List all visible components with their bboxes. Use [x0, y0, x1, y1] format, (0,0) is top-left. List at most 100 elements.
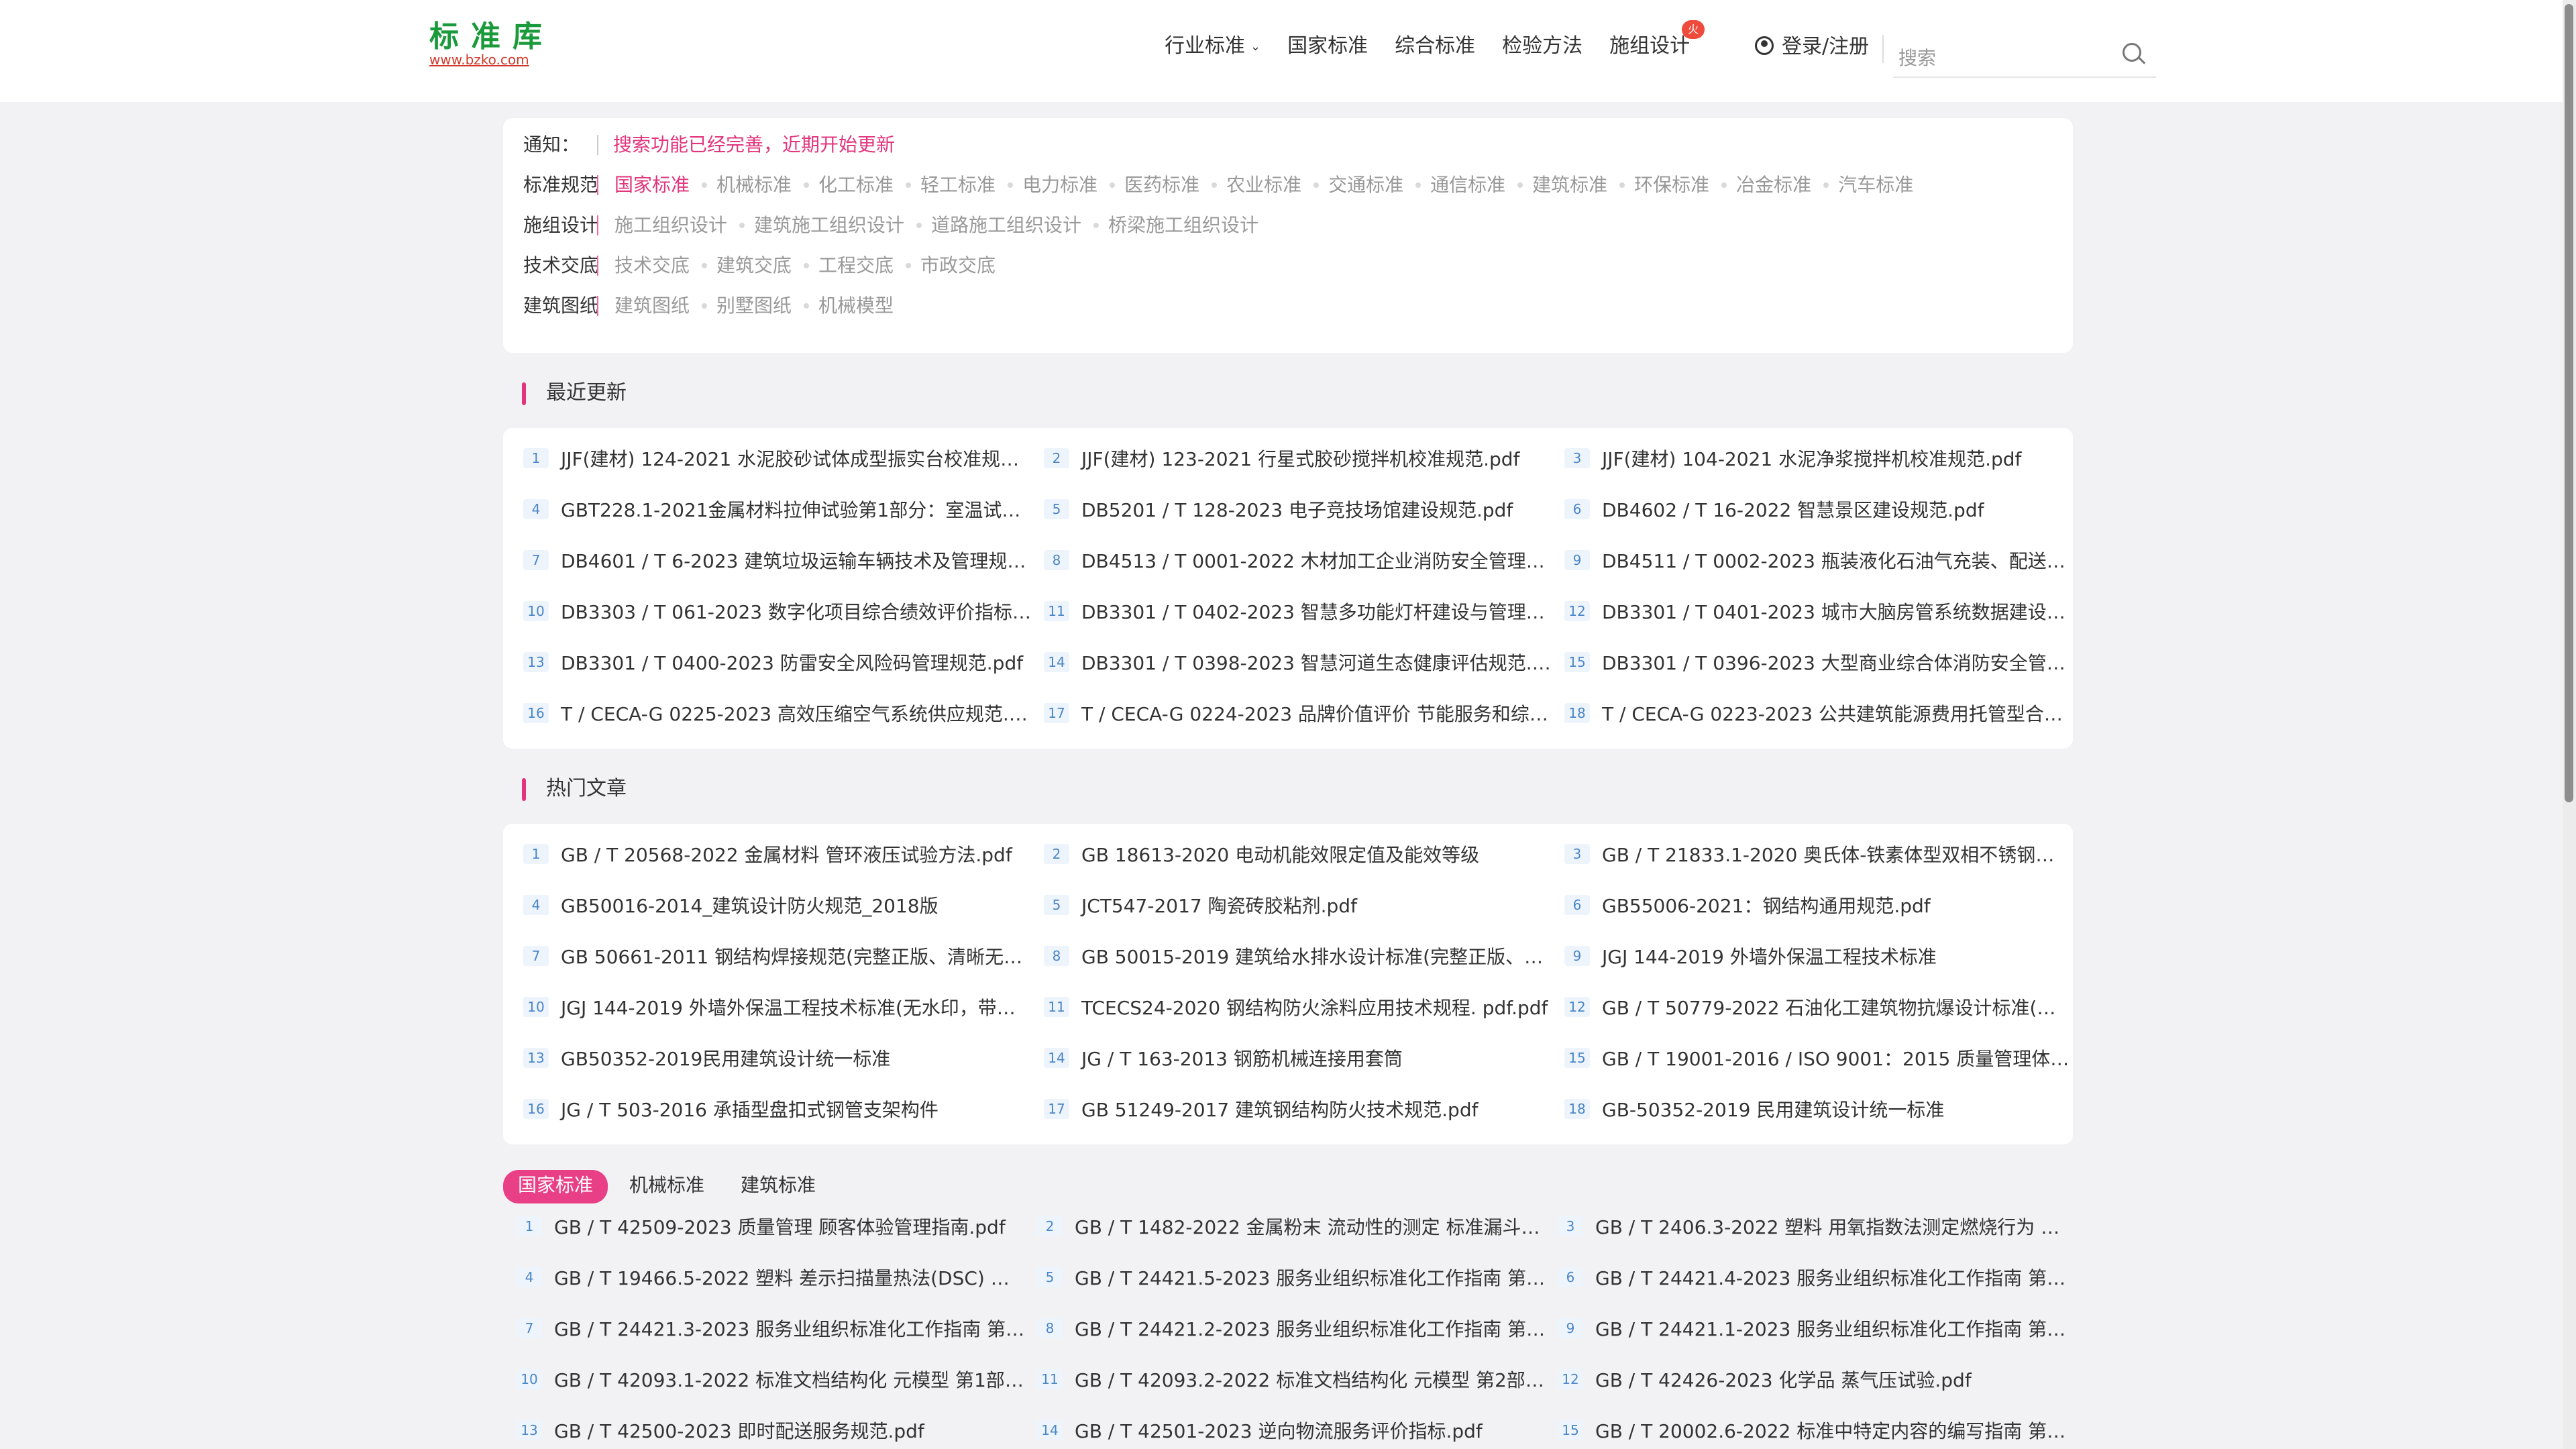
list-item[interactable]: 13 GB50352-2019民用建筑设计统一标准: [523, 1044, 1032, 1074]
item-index-badge: 12: [1564, 601, 1590, 621]
list-item[interactable]: 11 DB3301 / T 0402-2023 智慧多功能灯杆建设与管理规范.pd…: [1044, 598, 1552, 627]
list-item[interactable]: 2 GB / T 1482-2022 金属粉末 流动性的测定 标准漏斗法.pdf: [1037, 1213, 1546, 1242]
site-logo[interactable]: 标准库 www.bzko.com: [429, 20, 554, 68]
list-item[interactable]: 15 GB / T 19001-2016 / ISO 9001：2015 质量管理…: [1564, 1044, 2073, 1074]
list-item[interactable]: 18 T / CECA-G 0223-2023 公共建筑能源费用托管型合同能源管理…: [1564, 700, 2073, 729]
list-item[interactable]: 4 GB / T 19466.5-2022 塑料 差示扫描量热法(DSC) 第5部…: [517, 1264, 1025, 1293]
category-link[interactable]: 技术交底: [614, 252, 690, 279]
list-item[interactable]: 13 DB3301 / T 0400-2023 防雷安全风险码管理规范.pdf: [523, 649, 1032, 678]
category-link[interactable]: 医药标准: [1097, 172, 1199, 199]
list-item[interactable]: 11 TCECS24-2020 钢结构防火涂料应用技术规程. pdf.pdf: [1044, 994, 1552, 1023]
list-item[interactable]: 17 GB 51249-2017 建筑钢结构防火技术规范.pdf: [1044, 1095, 1552, 1125]
category-link[interactable]: 市政交底: [894, 252, 996, 279]
list-item[interactable]: 16 JG / T 503-2016 承插型盘扣式钢管支架构件: [523, 1095, 1032, 1125]
category-link[interactable]: 工程交底: [792, 252, 894, 279]
list-item[interactable]: 8 GB 50015-2019 建筑给水排水设计标准(完整正版、清晰无水印): [1044, 943, 1552, 972]
list-item[interactable]: 12 DB3301 / T 0401-2023 城市大脑房管系统数据建设规范.pd…: [1564, 598, 2073, 627]
login-label: 登录/注册: [1782, 35, 1870, 58]
list-item[interactable]: 3 JJF(建材) 104-2021 水泥净浆搅拌机校准规范.pdf: [1564, 445, 2073, 474]
item-title: GB55006-2021：钢结构通用规范.pdf: [1602, 895, 1931, 917]
category-link[interactable]: 施工组织设计: [614, 212, 727, 239]
list-item[interactable]: 17 T / CECA-G 0224-2023 品牌价值评价 节能服务和综合能源服…: [1044, 700, 1552, 729]
list-item[interactable]: 9 DB4511 / T 0002-2023 瓶装液化石油气充装、配送规范.pdf: [1564, 547, 2073, 576]
list-item[interactable]: 2 GB 18613-2020 电动机能效限定值及能效等级: [1044, 841, 1552, 870]
list-item[interactable]: 7 GB 50661-2011 钢结构焊接规范(完整正版、清晰无水印): [523, 943, 1032, 972]
category-link[interactable]: 汽车标准: [1811, 172, 1913, 199]
item-title: JCT547-2017 陶瓷砖胶粘剂.pdf: [1081, 895, 1357, 917]
list-item[interactable]: 5 JCT547-2017 陶瓷砖胶粘剂.pdf: [1044, 892, 1552, 921]
list-item[interactable]: 15 GB / T 20002.6-2022 标准中特定内容的编写指南 第6部分.…: [1558, 1417, 2066, 1446]
list-item[interactable]: 4 GBT228.1-2021金属材料拉伸试验第1部分：室温试验方法.pdf: [523, 496, 1032, 525]
list-item[interactable]: 9 GB / T 24421.1-2023 服务业组织标准化工作指南 第1部分.p…: [1558, 1315, 2066, 1344]
list-item[interactable]: 18 GB-50352-2019 民用建筑设计统一标准: [1564, 1095, 2073, 1125]
category-link[interactable]: 建筑施工组织设计: [727, 212, 904, 239]
list-item[interactable]: 10 DB3303 / T 061-2023 数字化项目综合绩效评价指标体系.pd…: [523, 598, 1032, 627]
logo-url[interactable]: www.bzko.com: [429, 52, 554, 67]
search-input[interactable]: [1897, 43, 2101, 72]
category-link[interactable]: 别墅图纸: [690, 292, 792, 319]
category-link[interactable]: 建筑交底: [690, 252, 792, 279]
list-item[interactable]: 6 GB / T 24421.4-2023 服务业组织标准化工作指南 第4部分.p…: [1558, 1264, 2066, 1293]
main-nav: 行业标准 ⌄ 国家标准 综合标准 检验方法 施组设计 火: [1165, 20, 1717, 63]
list-item[interactable]: 14 GB / T 42501-2023 逆向物流服务评价指标.pdf: [1037, 1417, 1546, 1446]
category-link[interactable]: 交通标准: [1301, 172, 1403, 199]
list-item[interactable]: 2 JJF(建材) 123-2021 行星式胶砂搅拌机校准规范.pdf: [1044, 445, 1552, 474]
category-link[interactable]: 通信标准: [1403, 172, 1505, 199]
list-item[interactable]: 6 DB4602 / T 16-2022 智慧景区建设规范.pdf: [1564, 496, 2073, 525]
list-item[interactable]: 14 DB3301 / T 0398-2023 智慧河道生态健康评估规范.pdf: [1044, 649, 1552, 678]
list-item[interactable]: 13 GB / T 42500-2023 即时配送服务规范.pdf: [517, 1417, 1025, 1446]
search-icon[interactable]: [2123, 43, 2141, 62]
list-item[interactable]: 16 T / CECA-G 0225-2023 高效压缩空气系统供应规范.pdf: [523, 700, 1032, 729]
list-item[interactable]: 8 GB / T 24421.2-2023 服务业组织标准化工作指南 第2部分.p…: [1037, 1315, 1546, 1344]
list-item[interactable]: 6 GB55006-2021：钢结构通用规范.pdf: [1564, 892, 2073, 921]
list-item[interactable]: 1 GB / T 20568-2022 金属材料 管环液压试验方法.pdf: [523, 841, 1032, 870]
login-register-link[interactable]: 登录/注册: [1755, 34, 1869, 60]
nav-test-methods[interactable]: 检验方法: [1502, 30, 1582, 63]
list-item[interactable]: 14 JG / T 163-2013 钢筋机械连接用套筒: [1044, 1044, 1552, 1074]
category-link[interactable]: 道路施工组织设计: [904, 212, 1081, 239]
category-link[interactable]: 环保标准: [1607, 172, 1709, 199]
category-link[interactable]: 电力标准: [996, 172, 1097, 199]
list-item[interactable]: 7 GB / T 24421.3-2023 服务业组织标准化工作指南 第3部分.p…: [517, 1315, 1025, 1344]
list-item[interactable]: 8 DB4513 / T 0001-2022 木材加工企业消防安全管理规范.pdf: [1044, 547, 1552, 576]
nav-national-standards[interactable]: 国家标准: [1287, 30, 1368, 63]
list-item[interactable]: 5 DB5201 / T 128-2023 电子竞技场馆建设规范.pdf: [1044, 496, 1552, 525]
notice-text[interactable]: 搜索功能已经完善，近期开始更新: [613, 133, 895, 156]
category-link[interactable]: 农业标准: [1199, 172, 1301, 199]
nav-industry-standards[interactable]: 行业标准 ⌄: [1165, 30, 1260, 63]
category-link[interactable]: 国家标准: [614, 172, 690, 199]
page-scrollbar[interactable]: [2563, 0, 2576, 1449]
list-item[interactable]: 12 GB / T 50779-2022 石油化工建筑物抗爆设计标准(含条文): [1564, 994, 2073, 1023]
tab-item[interactable]: 国家标准: [503, 1170, 608, 1203]
category-link[interactable]: 建筑标准: [1505, 172, 1607, 199]
list-item[interactable]: 3 GB / T 21833.1-2020 奥氏体-铁素体型双相不锈钢组织: [1564, 841, 2073, 870]
list-item[interactable]: 1 GB / T 42509-2023 质量管理 顾客体验管理指南.pdf: [517, 1213, 1025, 1242]
scrollbar-thumb[interactable]: [2565, 4, 2573, 802]
category-link[interactable]: 轻工标准: [894, 172, 996, 199]
list-item[interactable]: 11 GB / T 42093.2-2022 标准文档结构化 元模型 第2部分.p…: [1037, 1366, 1546, 1395]
category-row-construction: 施组设计 施工组织设计 建筑施工组织设计 道路施工组织设计 桥梁施工组织设计: [523, 212, 1258, 239]
nav-general-standards[interactable]: 综合标准: [1395, 30, 1475, 63]
category-link[interactable]: 机械模型: [792, 292, 894, 319]
item-index-badge: 16: [523, 1099, 549, 1119]
category-link[interactable]: 机械标准: [690, 172, 792, 199]
category-link[interactable]: 冶金标准: [1709, 172, 1811, 199]
list-item[interactable]: 4 GB50016-2014_建筑设计防火规范_2018版: [523, 892, 1032, 921]
list-item[interactable]: 15 DB3301 / T 0396-2023 大型商业综合体消防安全管理规范.p…: [1564, 649, 2073, 678]
list-item[interactable]: 12 GB / T 42426-2023 化学品 蒸气压试验.pdf: [1558, 1366, 2066, 1395]
item-index-badge: 3: [1564, 844, 1590, 864]
item-title: DB3301 / T 0400-2023 防雷安全风险码管理规范.pdf: [561, 652, 1024, 674]
list-item[interactable]: 3 GB / T 2406.3-2022 塑料 用氧指数法测定燃烧行为 第3部分.…: [1558, 1213, 2066, 1242]
category-link[interactable]: 建筑图纸: [614, 292, 690, 319]
tab-item[interactable]: 建筑标准: [726, 1170, 830, 1203]
category-link[interactable]: 桥梁施工组织设计: [1081, 212, 1258, 239]
list-item[interactable]: 1 JJF(建材) 124-2021 水泥胶砂试体成型振实台校准规范.pdf: [523, 445, 1032, 474]
list-item[interactable]: 10 GB / T 42093.1-2022 标准文档结构化 元模型 第1部分.p…: [517, 1366, 1025, 1395]
list-item[interactable]: 9 JGJ 144-2019 外墙外保温工程技术标准: [1564, 943, 2073, 972]
list-item[interactable]: 5 GB / T 24421.5-2023 服务业组织标准化工作指南 第5部分.p…: [1037, 1264, 1546, 1293]
category-link[interactable]: 化工标准: [792, 172, 894, 199]
tab-item[interactable]: 机械标准: [614, 1170, 719, 1203]
list-item[interactable]: 7 DB4601 / T 6-2023 建筑垃圾运输车辆技术及管理规范.pdf: [523, 547, 1032, 576]
nav-construction-design[interactable]: 施组设计 火: [1609, 20, 1705, 63]
list-item[interactable]: 10 JGJ 144-2019 外墙外保温工程技术标准(无水印，带书签): [523, 994, 1032, 1023]
